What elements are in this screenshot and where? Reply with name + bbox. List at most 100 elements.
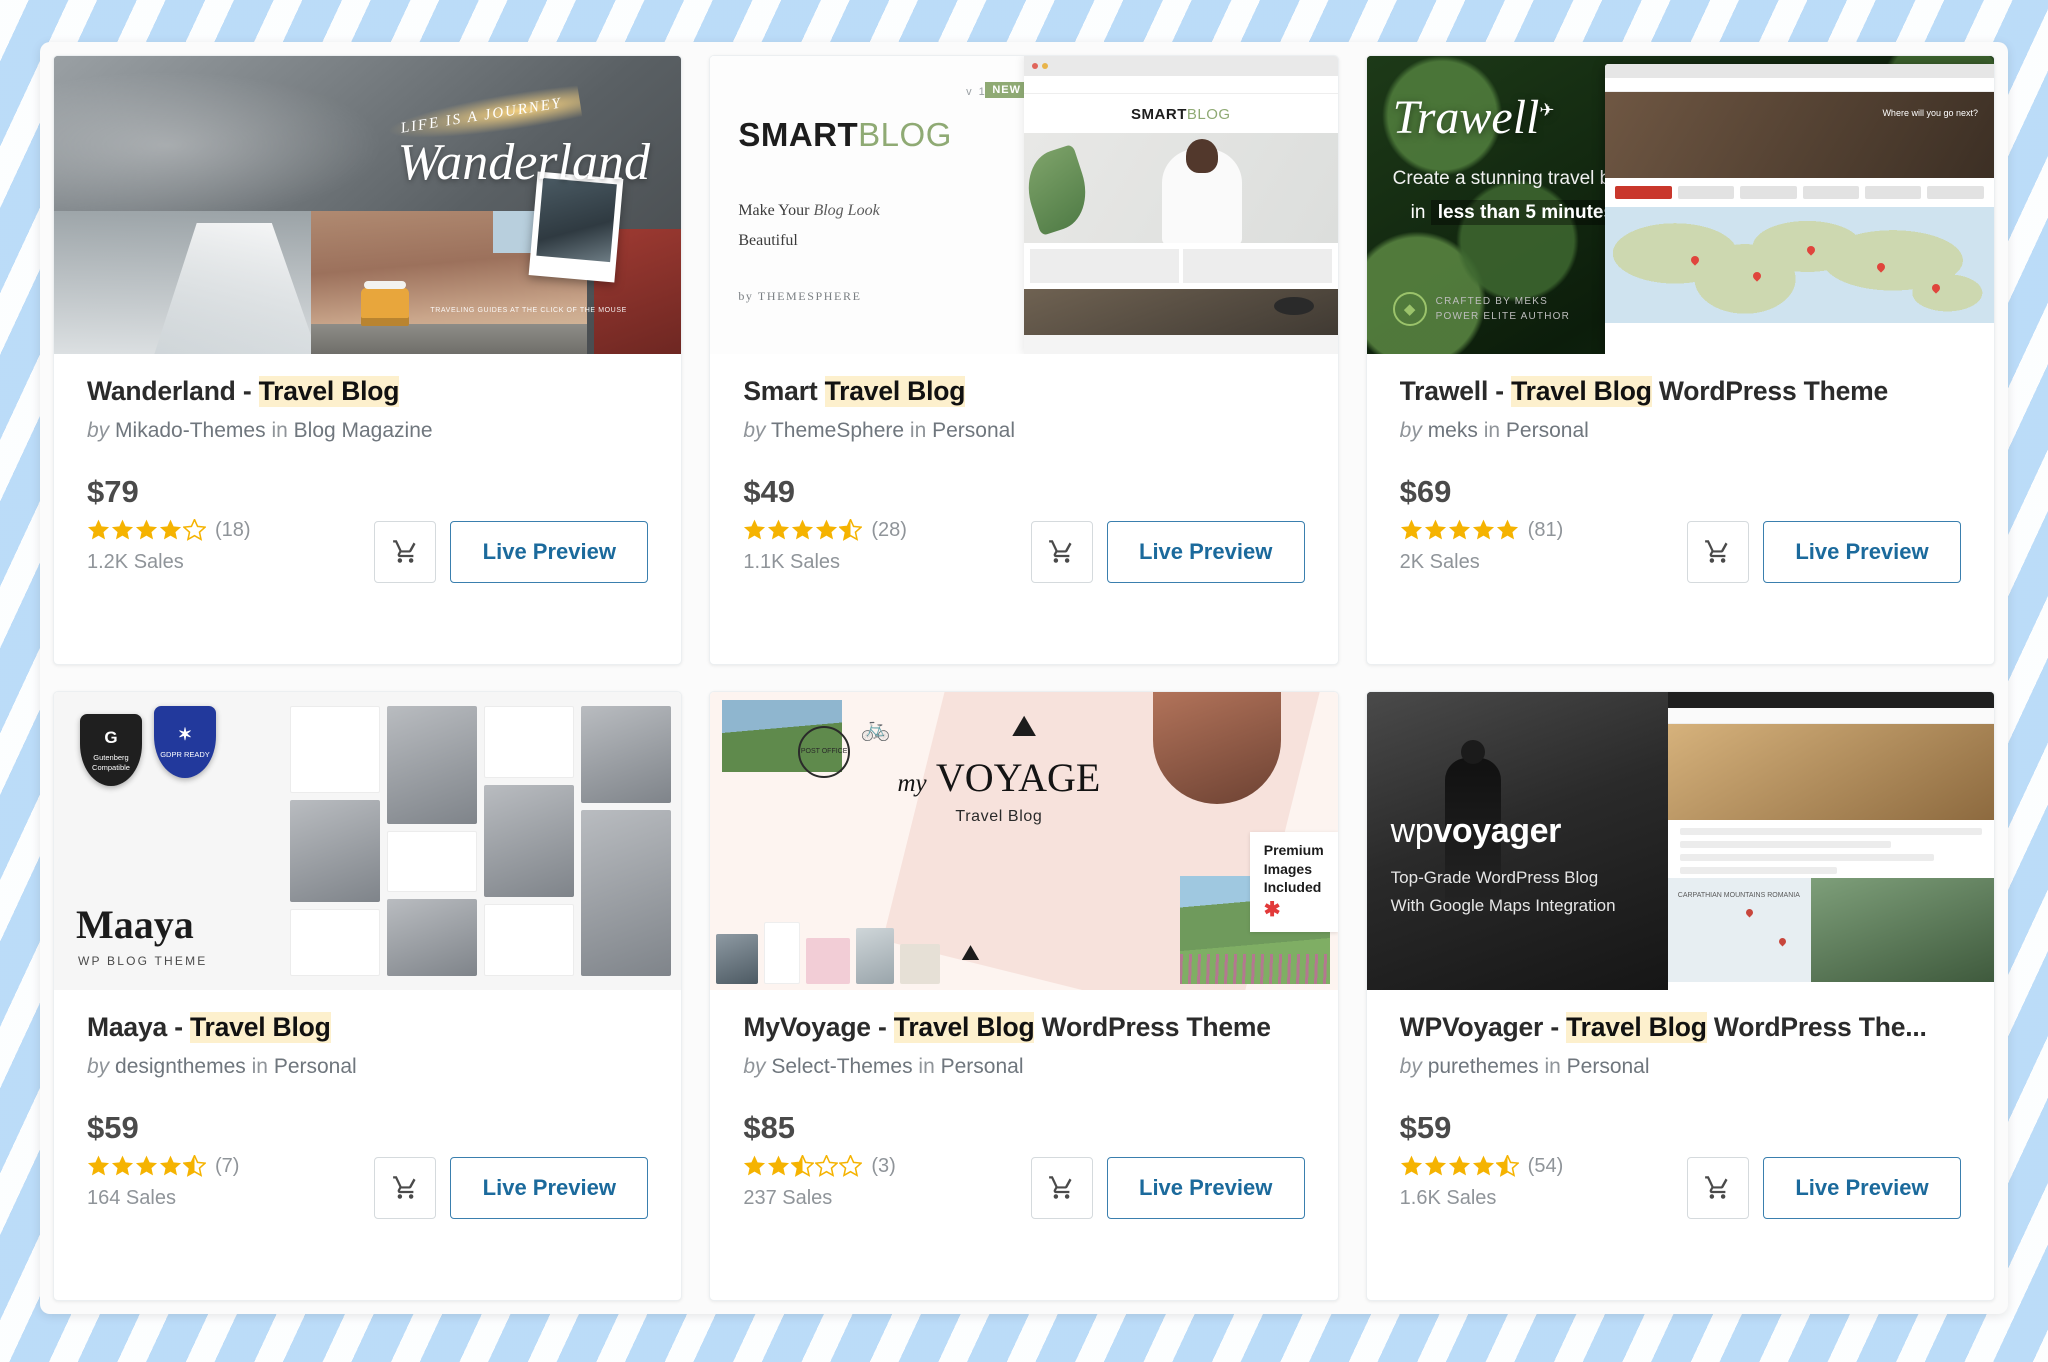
stars-line: (54) bbox=[1400, 1154, 1563, 1178]
product-card-wanderland[interactable]: LIFE IS A JOURNEY Wanderland TRAVELING G… bbox=[53, 55, 683, 665]
in-word: in bbox=[271, 418, 288, 442]
rating-count: (81) bbox=[1527, 518, 1564, 541]
laurel-icon: ◆ bbox=[1392, 292, 1427, 326]
add-to-cart-button[interactable] bbox=[1686, 520, 1749, 583]
add-to-cart-button[interactable] bbox=[1030, 520, 1093, 583]
live-preview-button[interactable]: Live Preview bbox=[450, 1156, 649, 1219]
add-to-cart-button[interactable] bbox=[374, 520, 437, 583]
star-full-icon bbox=[159, 519, 182, 540]
product-title[interactable]: Wanderland - Travel Blog bbox=[87, 376, 648, 408]
product-thumbnail-myvoyage[interactable]: 🚲 ⛰ POST OFFICE my VOYAGE Travel Blog ⛰ … bbox=[710, 692, 1338, 990]
product-thumbnail-wanderland[interactable]: LIFE IS A JOURNEY Wanderland TRAVELING G… bbox=[54, 56, 682, 354]
grid-cell bbox=[289, 909, 380, 977]
bicycle-icon: 🚲 bbox=[860, 715, 891, 742]
live-preview-button[interactable]: Live Preview bbox=[1106, 520, 1305, 583]
product-thumbnail-smart-travel-blog[interactable]: v 1.1 NEW SMARTBLOG Make Your Blog Look B… bbox=[710, 56, 1338, 354]
star-full-icon bbox=[792, 519, 814, 540]
product-card-myvoyage[interactable]: 🚲 ⛰ POST OFFICE my VOYAGE Travel Blog ⛰ … bbox=[709, 691, 1339, 1301]
card-actions: Live Preview bbox=[374, 520, 649, 583]
add-to-cart-button[interactable] bbox=[1030, 1156, 1093, 1219]
live-preview-button[interactable]: Live Preview bbox=[1762, 1156, 1961, 1219]
product-card-maaya[interactable]: G Gutenberg Compatible ✶ GDPR READY Maaya … bbox=[53, 691, 683, 1301]
grid-cell bbox=[386, 830, 478, 893]
star-full-icon bbox=[1472, 519, 1494, 540]
star-full-icon bbox=[1496, 519, 1518, 540]
tagline-line2: Beautiful bbox=[738, 231, 798, 249]
author-name[interactable]: meks bbox=[1428, 419, 1478, 442]
site-map-section: CARPATHIAN MOUNTAINS ROMANIA bbox=[1667, 878, 1994, 982]
title-highlight: Travel Blog bbox=[189, 1012, 331, 1043]
site-topbar bbox=[1667, 692, 1994, 708]
star-rating bbox=[743, 1154, 863, 1178]
add-to-cart-button[interactable] bbox=[374, 1156, 437, 1219]
rating-block: (18) 1.2K Sales bbox=[87, 518, 251, 574]
product-thumbnail-trawell[interactable]: Trawell✈ Create a stunning travel blog i… bbox=[1366, 56, 1994, 354]
category-name[interactable]: Blog Magazine bbox=[294, 419, 433, 442]
in-word: in bbox=[1483, 418, 1501, 442]
grid-cell bbox=[289, 800, 380, 903]
live-preview-button[interactable]: Live Preview bbox=[450, 520, 649, 583]
category-name[interactable]: Personal bbox=[932, 419, 1015, 442]
grid-cell bbox=[581, 809, 672, 976]
postmark-stamp: POST OFFICE bbox=[798, 726, 851, 778]
star-empty-icon bbox=[815, 1154, 839, 1177]
title-prefix: WPVoyager - bbox=[1399, 1012, 1567, 1042]
live-preview-button[interactable]: Live Preview bbox=[1106, 1156, 1305, 1219]
thumb-line-1: Create a stunning travel blog bbox=[1392, 168, 1636, 189]
product-card-trawell[interactable]: Trawell✈ Create a stunning travel blog i… bbox=[1365, 55, 1995, 665]
author-name[interactable]: Mikado-Themes bbox=[115, 419, 266, 442]
premium-line-3: Included bbox=[1263, 879, 1322, 896]
product-price: $49 bbox=[743, 473, 796, 509]
product-card-smart-travel-blog[interactable]: v 1.1 NEW SMARTBLOG Make Your Blog Look B… bbox=[709, 55, 1339, 665]
product-thumbnail-maaya[interactable]: G Gutenberg Compatible ✶ GDPR READY Maaya … bbox=[54, 692, 682, 990]
sales-count: 1.2K Sales bbox=[87, 550, 184, 573]
product-thumbnail-wpvoyager[interactable]: wpvoyager Top-Grade WordPress Blog With … bbox=[1366, 692, 1994, 990]
card-actions: Live Preview bbox=[1686, 520, 1961, 583]
asterisk-icon: ✱ bbox=[1263, 898, 1281, 921]
thumb-brand: Wanderland bbox=[397, 134, 650, 192]
by-word: by bbox=[87, 418, 110, 442]
category-name[interactable]: Personal bbox=[1567, 1055, 1650, 1078]
category-name[interactable]: Personal bbox=[941, 1055, 1024, 1078]
star-rating bbox=[1400, 1154, 1519, 1178]
title-highlight: Travel Blog bbox=[824, 376, 966, 407]
add-to-cart-button[interactable] bbox=[1686, 1156, 1749, 1219]
product-title[interactable]: MyVoyage - Travel Blog WordPress Theme bbox=[743, 1012, 1304, 1044]
star-full-icon bbox=[1424, 519, 1446, 540]
thumb-line-2: in less than 5 minutes! bbox=[1411, 200, 1628, 225]
product-byline: by designthemes in Personal bbox=[87, 1055, 648, 1079]
thumb-line-1: Top-Grade WordPress Blog bbox=[1390, 868, 1599, 887]
product-title[interactable]: Trawell - Travel Blog WordPress Theme bbox=[1400, 376, 1961, 408]
premium-images-badge: Premium Images Included ✱ bbox=[1249, 832, 1338, 932]
site-logo: SMARTBLOG bbox=[1023, 94, 1338, 133]
card-body: Trawell - Travel Blog WordPress Theme by… bbox=[1367, 354, 1994, 664]
title-suffix: WordPress The... bbox=[1706, 1012, 1927, 1042]
product-card-wpvoyager[interactable]: wpvoyager Top-Grade WordPress Blog With … bbox=[1365, 691, 1995, 1301]
thumb-subtitle: Travel Blog bbox=[955, 808, 1043, 825]
card-body: Smart Travel Blog by ThemeSphere in Pers… bbox=[710, 354, 1337, 664]
star-full-icon bbox=[1448, 1155, 1470, 1176]
site-nav-bar bbox=[1667, 708, 1994, 724]
author-name[interactable]: purethemes bbox=[1428, 1055, 1539, 1078]
sales-count: 2K Sales bbox=[1399, 550, 1480, 573]
shopping-cart-icon bbox=[392, 1176, 416, 1200]
product-title[interactable]: Maaya - Travel Blog bbox=[87, 1012, 648, 1044]
logo-bold: SMART bbox=[738, 116, 859, 153]
category-name[interactable]: Personal bbox=[1506, 419, 1589, 442]
product-title[interactable]: WPVoyager - Travel Blog WordPress The... bbox=[1400, 1012, 1961, 1044]
author-name[interactable]: ThemeSphere bbox=[771, 419, 904, 442]
grid-cell bbox=[484, 706, 575, 778]
live-preview-button[interactable]: Live Preview bbox=[1762, 520, 1961, 583]
by-word: by bbox=[743, 418, 766, 442]
product-title[interactable]: Smart Travel Blog bbox=[743, 376, 1304, 408]
rating-count: (18) bbox=[215, 518, 251, 541]
author-name[interactable]: Select-Themes bbox=[771, 1055, 912, 1078]
title-prefix: Maaya - bbox=[87, 1012, 190, 1042]
gdpr-badge: ✶ GDPR READY bbox=[154, 706, 216, 778]
site-logo-light: BLOG bbox=[1186, 106, 1231, 123]
title-prefix: Smart bbox=[743, 376, 825, 406]
star-full-icon bbox=[1472, 1155, 1494, 1176]
category-name[interactable]: Personal bbox=[274, 1055, 357, 1078]
thumb-logo: SMARTBLOG bbox=[738, 116, 1024, 154]
author-name[interactable]: designthemes bbox=[115, 1055, 246, 1078]
